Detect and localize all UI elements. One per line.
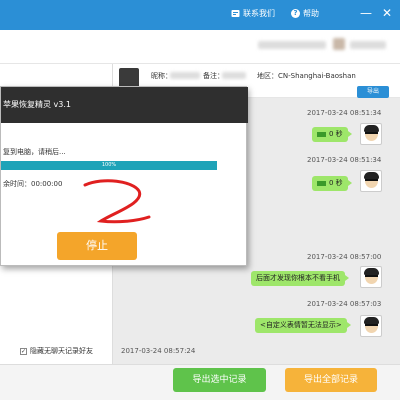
help-link[interactable]: ? 帮助 xyxy=(291,8,319,19)
progress-bar: 100% xyxy=(1,161,217,170)
blurred-account-id xyxy=(350,41,386,49)
hide-empty-contacts-option[interactable]: ✓ 隐藏无聊天记录好友 xyxy=(20,346,93,356)
contact-us-label: 联系我们 xyxy=(243,9,275,18)
hide-empty-contacts-checkbox[interactable]: ✓ xyxy=(20,347,27,355)
message-timestamp: 2017-03-24 08:57:00 xyxy=(307,253,382,261)
blurred-note xyxy=(222,72,246,79)
hide-empty-contacts-label: 隐藏无聊天记录好友 xyxy=(30,347,93,355)
export-all-button[interactable]: 导出全部记录 xyxy=(285,368,377,392)
help-icon: ? xyxy=(291,9,300,18)
text-message-bubble[interactable]: 后面才发现你根本不看手机 xyxy=(251,271,349,286)
voice-message-bubble[interactable]: 0 秒 xyxy=(312,176,352,191)
dialog-title: 苹果恢复精灵 v3.1 xyxy=(1,87,248,123)
voice-duration: 0 秒 xyxy=(329,130,343,138)
voice-icon xyxy=(317,131,326,137)
region-label: 地区：CN-Shanghai-Baoshan xyxy=(257,72,356,80)
time-remaining: 余时间：00:00:00 xyxy=(3,180,63,188)
recovery-status-text: 复到电脑，请稍后... xyxy=(3,148,66,156)
user-avatar xyxy=(360,170,382,192)
account-avatar[interactable] xyxy=(333,38,345,50)
user-avatar xyxy=(360,266,382,288)
message-timestamp: 2017-03-24 08:57:24 xyxy=(121,347,196,355)
message-timestamp: 2017-03-24 08:57:03 xyxy=(307,300,382,308)
text-message-bubble[interactable]: <自定义表情暂无法显示> xyxy=(255,318,351,333)
user-avatar xyxy=(360,123,382,145)
voice-message-bubble[interactable]: 0 秒 xyxy=(312,127,352,142)
contact-avatar xyxy=(119,68,139,88)
export-selected-button[interactable]: 导出选中记录 xyxy=(173,368,266,392)
note-label: 备注： xyxy=(203,72,224,80)
help-label: 帮助 xyxy=(303,9,319,18)
blurred-account-name xyxy=(258,41,326,49)
contact-us-link[interactable]: 联系我们 xyxy=(231,8,275,19)
voice-duration: 0 秒 xyxy=(329,179,343,187)
blurred-nickname xyxy=(170,72,200,79)
progress-percent: 100% xyxy=(101,162,117,168)
user-avatar xyxy=(360,315,382,337)
message-timestamp: 2017-03-24 08:51:34 xyxy=(307,156,382,164)
minimize-button[interactable]: — xyxy=(360,6,372,20)
contact-icon xyxy=(231,10,240,17)
nickname-label: 昵称： xyxy=(151,72,172,80)
handwritten-annotation-icon xyxy=(83,179,151,224)
message-timestamp: 2017-03-24 08:51:34 xyxy=(307,109,382,117)
export-button[interactable]: 导出 xyxy=(357,86,389,98)
stop-button[interactable]: 停止 xyxy=(57,232,137,260)
title-bar xyxy=(0,0,400,30)
recovery-progress-dialog: 苹果恢复精灵 v3.1 复到电脑，请稍后... 100% 余时间：00:00:0… xyxy=(0,86,248,266)
close-button[interactable]: ✕ xyxy=(382,6,392,20)
voice-icon xyxy=(317,180,326,186)
